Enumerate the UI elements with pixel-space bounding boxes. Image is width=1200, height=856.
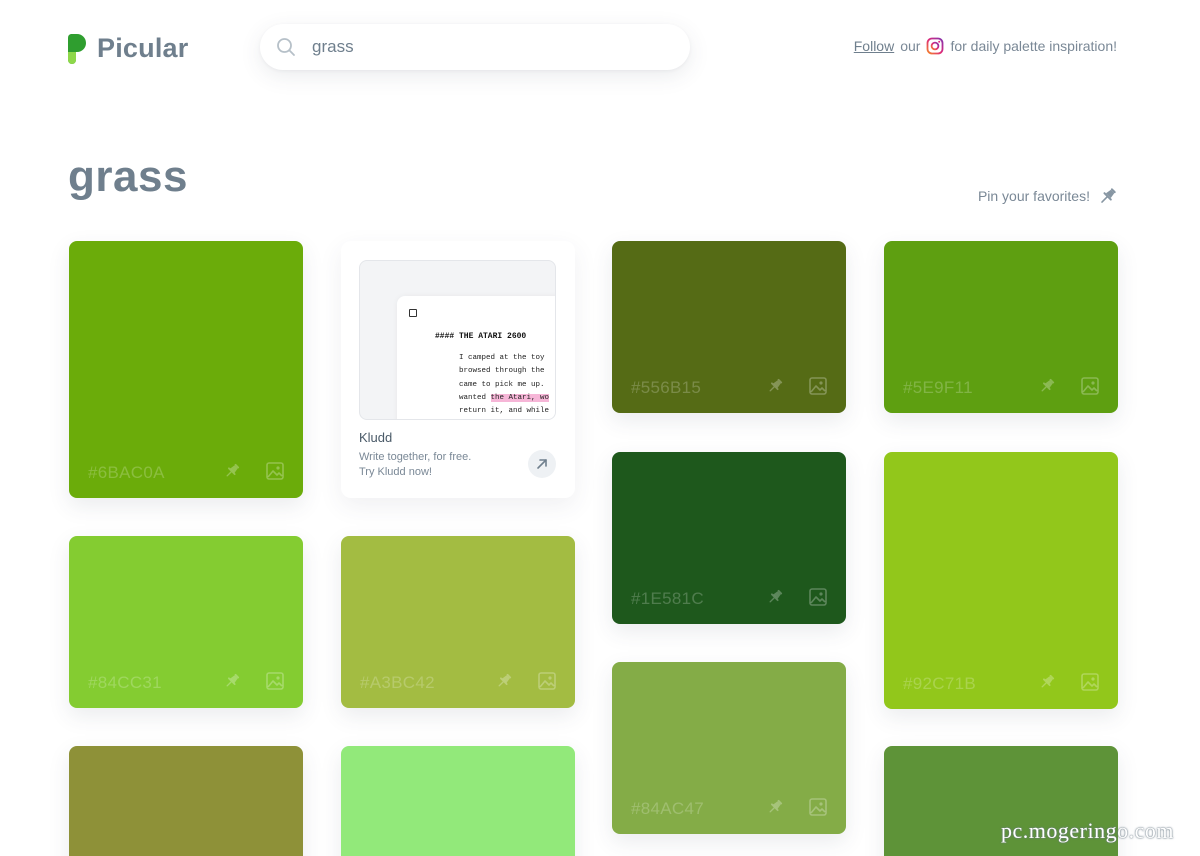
ad-preview-line: I camped at the toy — [459, 354, 545, 362]
swatch-hex-label: #556B15 — [631, 378, 702, 397]
arrow-up-right-icon — [537, 459, 547, 469]
search-input[interactable] — [312, 37, 642, 57]
swatch-hex-label: #A3BC42 — [360, 673, 435, 692]
brand-name: Picular — [97, 32, 189, 63]
ad-preview-line: return it, and while — [459, 407, 550, 416]
logo-mark-icon — [67, 34, 86, 64]
pin-swatch-icon[interactable] — [766, 377, 784, 395]
sidebar-toggle-icon — [409, 309, 417, 317]
pin-icon — [1101, 188, 1116, 203]
swatch-hex-label: #5E9F11 — [903, 378, 973, 397]
page-title: grass — [68, 152, 188, 201]
pin-swatch-icon[interactable] — [766, 588, 784, 606]
swatch-hex-label: #92C71B — [903, 674, 976, 693]
pin-swatch-icon[interactable] — [1038, 377, 1056, 395]
pin-swatch-icon[interactable] — [1038, 673, 1056, 691]
color-swatch-card[interactable]: #1E581C — [612, 452, 846, 624]
ad-preview-line: wanted the Atari, wo — [459, 392, 550, 405]
site-watermark: pc.mogeringo.com — [1001, 818, 1174, 843]
swatch-hex-label: #6BAC0A — [88, 463, 165, 482]
search-bar[interactable] — [260, 24, 690, 70]
image-icon[interactable] — [808, 376, 828, 396]
follow-banner: Follow our for daily palette inspiration… — [854, 37, 1117, 55]
ad-preview-highlight: the Atari, wo — [490, 393, 550, 402]
picular-logo[interactable]: Picular — [67, 32, 188, 64]
image-icon[interactable] — [808, 587, 828, 607]
ad-open-button[interactable] — [528, 450, 556, 478]
swatch-hex-label: #84CC31 — [88, 673, 162, 692]
ad-card[interactable]: #### THE ATARI 2600 I camped at the toy … — [341, 241, 575, 498]
ad-preview-line: browsed through the — [459, 367, 545, 376]
swatch-hex-label: #84AC47 — [631, 799, 704, 818]
swatch-hex-label: #1E581C — [631, 589, 704, 608]
follow-our-text: our — [900, 38, 921, 54]
color-swatch-card[interactable]: #5E9F11 — [884, 241, 1118, 413]
color-swatch-card[interactable] — [69, 746, 303, 856]
color-swatch-card[interactable]: #A3BC42 — [341, 536, 575, 708]
image-icon[interactable] — [1080, 672, 1100, 692]
color-swatch-card[interactable]: #84CC31 — [69, 536, 303, 708]
pin-favorites: Pin your favorites! — [978, 186, 1118, 206]
search-icon — [277, 38, 295, 56]
ad-title: Kludd — [359, 430, 393, 445]
follow-link[interactable]: Follow — [854, 38, 894, 54]
color-swatch-card[interactable] — [341, 746, 575, 856]
ad-preview-line-start: wanted — [459, 393, 491, 402]
ad-tagline: Write together, for free. — [359, 451, 472, 463]
pin-swatch-icon[interactable] — [223, 462, 241, 480]
instagram-icon[interactable] — [926, 37, 944, 55]
color-swatch-card[interactable]: #92C71B — [884, 452, 1118, 709]
ad-preview-text: I camped at the toy browsed through the … — [459, 352, 550, 418]
ad-preview-document: #### THE ATARI 2600 I camped at the toy … — [397, 296, 555, 419]
color-swatch-card[interactable]: #556B15 — [612, 241, 846, 413]
ad-preview-line: came to pick me up. — [459, 380, 545, 389]
color-swatch-card[interactable]: #84AC47 — [612, 662, 846, 834]
follow-trailing-text: for daily palette inspiration! — [950, 38, 1117, 54]
image-icon[interactable] — [808, 797, 828, 817]
image-icon[interactable] — [265, 671, 285, 691]
ad-preview-heading: #### THE ATARI 2600 — [435, 332, 527, 341]
pin-favorites-label: Pin your favorites! — [977, 188, 1090, 204]
image-icon[interactable] — [537, 671, 557, 691]
pin-swatch-icon[interactable] — [766, 798, 784, 816]
pin-swatch-icon[interactable] — [495, 672, 513, 690]
pin-swatch-icon[interactable] — [223, 672, 241, 690]
color-swatch-card[interactable]: #6BAC0A — [69, 241, 303, 498]
image-icon[interactable] — [265, 461, 285, 481]
ad-cta: Try Kludd now! — [359, 466, 432, 478]
image-icon[interactable] — [1080, 376, 1100, 396]
ad-preview-image: #### THE ATARI 2600 I camped at the toy … — [359, 260, 556, 420]
